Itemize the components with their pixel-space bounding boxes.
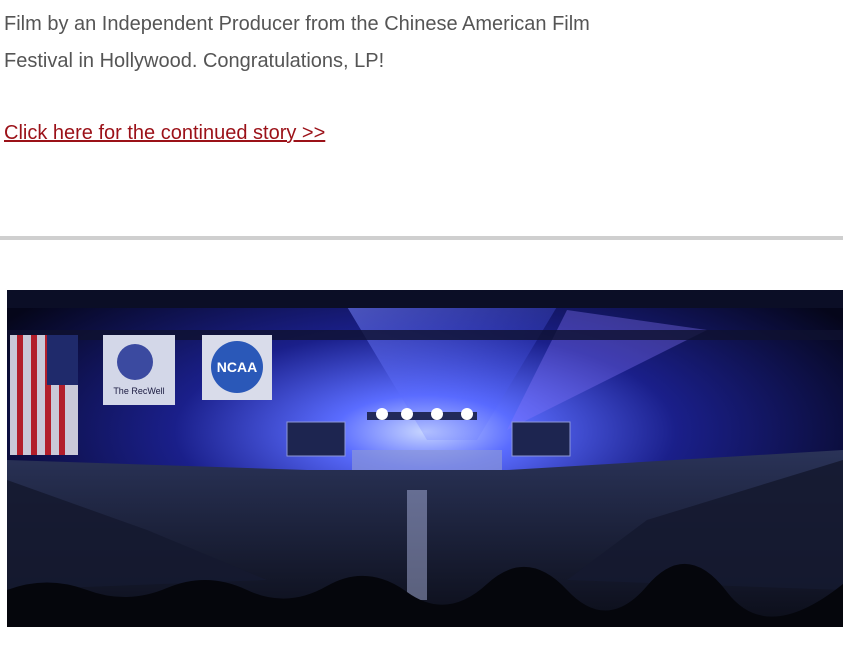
article-paragraph-line-1: Film by an Independent Producer from the… <box>4 13 590 35</box>
ncaa-banner-text: NCAA <box>217 359 257 375</box>
recwell-banner: The RecWell <box>103 335 175 405</box>
right-video-screen <box>511 421 571 457</box>
left-video-screen <box>286 421 346 457</box>
stage-light <box>461 408 473 420</box>
concert-arena-photo: The RecWell NCAA <box>7 290 843 627</box>
stage-light <box>401 408 413 420</box>
recwell-banner-text: The RecWell <box>113 386 164 396</box>
article-paragraph-line-2: Festival in Hollywood. Congratulations, … <box>4 50 385 72</box>
stage-light <box>376 408 388 420</box>
concert-photo-graphic: The RecWell NCAA <box>7 290 843 627</box>
stage-light <box>431 408 443 420</box>
flag-banner <box>10 335 78 455</box>
ncaa-banner: NCAA <box>202 335 272 400</box>
continued-story-link[interactable]: Click here for the continued story >> <box>4 115 325 152</box>
section-divider <box>0 236 843 240</box>
article-paragraph: Film by an Independent Producer from the… <box>4 6 843 80</box>
